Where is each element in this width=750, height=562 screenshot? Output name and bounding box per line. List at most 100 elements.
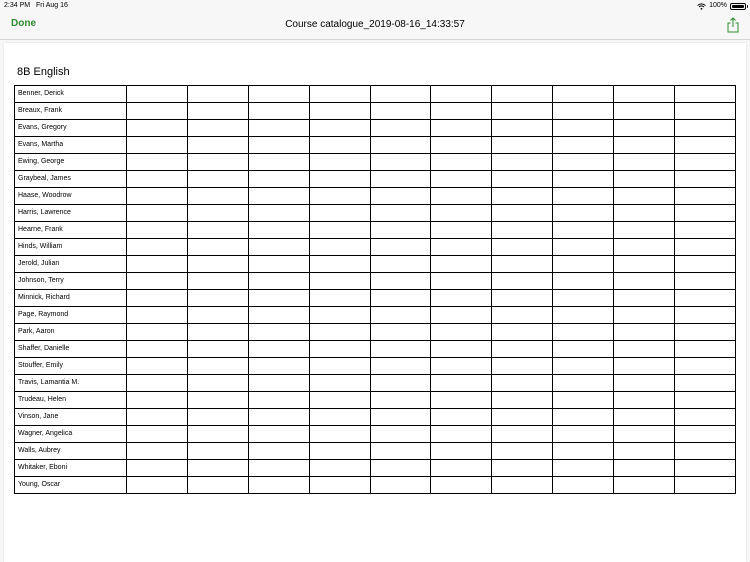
empty-cell [126,340,188,358]
empty-cell [126,187,188,205]
empty-cell [186,238,249,256]
empty-cell [186,85,249,103]
empty-cell [247,391,310,409]
share-button[interactable] [726,17,740,33]
empty-cell [613,323,676,341]
empty-cell [491,170,554,188]
empty-cell [186,306,249,324]
student-name-cell: Trudeau, Helen [14,391,127,409]
empty-cell [186,357,249,375]
empty-cell [430,476,493,494]
student-name-cell: Hinds, William [14,238,127,256]
student-name-cell: Breaux, Frank [14,102,127,120]
empty-cell [613,238,676,256]
student-name-cell: Wagner, Angelica [14,425,127,443]
empty-cell [430,425,493,443]
empty-cell [247,204,310,222]
empty-cell [613,221,676,239]
student-name-cell: Graybeal, James [14,170,127,188]
empty-cell [674,255,736,273]
empty-cell [369,272,432,290]
student-name-cell: Walls, Aubrey [14,442,127,460]
empty-cell [491,204,554,222]
empty-cell [369,476,432,494]
empty-cell [247,357,310,375]
empty-cell [430,340,493,358]
empty-cell [613,408,676,426]
student-name-cell: Vinson, Jane [14,408,127,426]
empty-cell [308,136,371,154]
empty-cell [126,323,188,341]
empty-cell [552,102,615,120]
empty-cell [369,238,432,256]
battery-percent: 100% [709,2,727,9]
empty-cell [430,391,493,409]
empty-cell [186,272,249,290]
empty-cell [613,442,676,460]
empty-cell [552,238,615,256]
empty-cell [186,323,249,341]
empty-cell [186,102,249,120]
empty-cell [369,289,432,307]
table-row: Johnson, Terry [14,272,736,290]
empty-cell [552,221,615,239]
empty-cell [613,272,676,290]
empty-cell [247,102,310,120]
student-name-cell: Evans, Martha [14,136,127,154]
empty-cell [126,102,188,120]
empty-cell [369,306,432,324]
empty-cell [552,391,615,409]
empty-cell [126,425,188,443]
status-bar: 2:34 PM Fri Aug 16 100% [0,0,750,12]
empty-cell [247,85,310,103]
student-name-cell: Shaffer, Danielle [14,340,127,358]
empty-cell [308,170,371,188]
empty-cell [674,153,736,171]
empty-cell [491,476,554,494]
student-name-cell: Stouffer, Emily [14,357,127,375]
empty-cell [186,289,249,307]
empty-cell [369,340,432,358]
document-page: 8B English Benner, Derick Breaux, Frank Ev… [4,43,746,562]
empty-cell [674,272,736,290]
empty-cell [186,459,249,477]
empty-cell [613,255,676,273]
empty-cell [126,119,188,137]
empty-cell [552,255,615,273]
student-name-cell: Young, Oscar [14,476,127,494]
empty-cell [674,442,736,460]
empty-cell [247,374,310,392]
empty-cell [247,408,310,426]
empty-cell [674,119,736,137]
empty-cell [247,289,310,307]
empty-cell [247,272,310,290]
empty-cell [126,306,188,324]
battery-icon [730,2,748,10]
done-button[interactable]: Done [11,18,36,29]
empty-cell [674,425,736,443]
table-row: Benner, Derick [14,85,736,103]
table-row: Stouffer, Emily [14,357,736,375]
empty-cell [247,119,310,137]
empty-cell [552,408,615,426]
document-heading: 8B English [17,66,70,78]
empty-cell [186,153,249,171]
empty-cell [308,102,371,120]
empty-cell [430,289,493,307]
student-name-cell: Jerold, Julian [14,255,127,273]
empty-cell [126,204,188,222]
empty-cell [430,323,493,341]
empty-cell [491,442,554,460]
empty-cell [491,102,554,120]
empty-cell [247,306,310,324]
empty-cell [552,357,615,375]
empty-cell [674,85,736,103]
empty-cell [126,255,188,273]
empty-cell [186,221,249,239]
empty-cell [126,221,188,239]
empty-cell [186,170,249,188]
empty-cell [186,476,249,494]
empty-cell [491,221,554,239]
empty-cell [674,391,736,409]
student-name-cell: Evans, Gregory [14,119,127,137]
